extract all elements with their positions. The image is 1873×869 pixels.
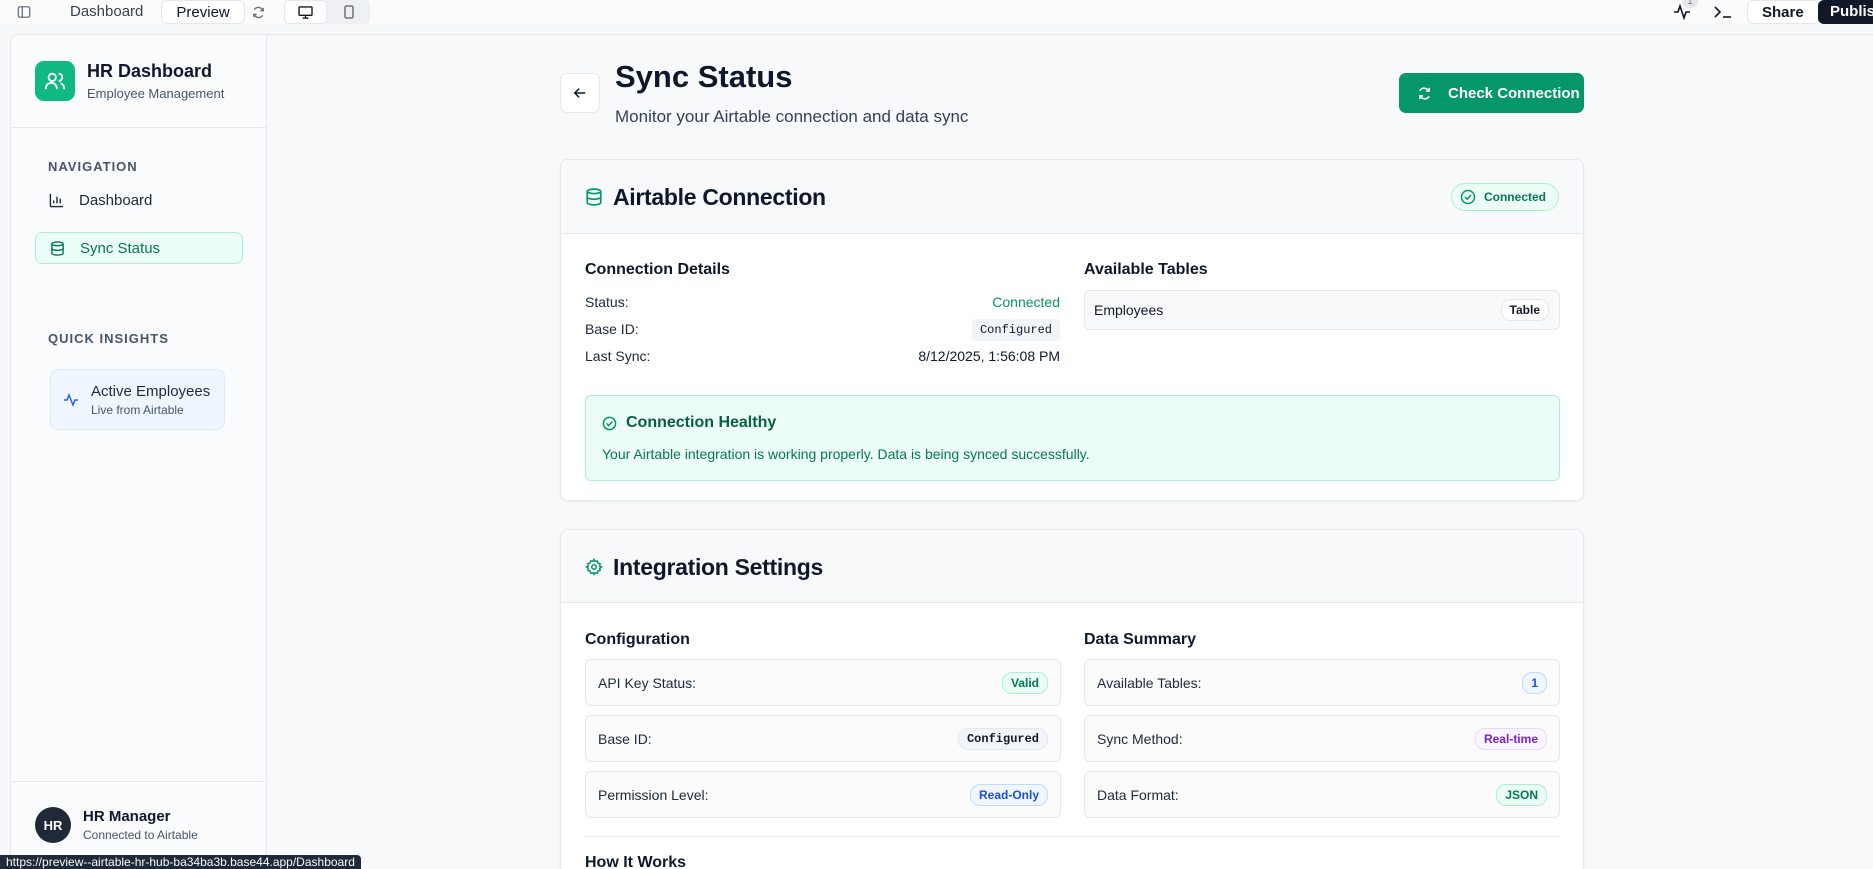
- page-subtitle: Monitor your Airtable connection and dat…: [615, 107, 969, 126]
- health-title: Connection Healthy: [626, 414, 777, 431]
- connection-details-title: Connection Details: [585, 261, 730, 278]
- base-id-value: Configured: [971, 319, 1060, 341]
- card-title: Integration Settings: [613, 554, 823, 580]
- status-badge: Valid: [1001, 672, 1048, 694]
- card-title: Airtable Connection: [613, 184, 826, 210]
- terminal-icon[interactable]: [1712, 3, 1734, 21]
- avatar: HR: [35, 807, 71, 843]
- config-row-api-key: API Key Status: Valid: [585, 659, 1061, 706]
- users-icon: [35, 61, 75, 101]
- insight-card[interactable]: Active Employees Live from Airtable: [50, 369, 225, 430]
- status-value: Connected: [992, 294, 1060, 310]
- notification-count: 1: [1682, 0, 1698, 8]
- brand-title: HR Dashboard: [87, 61, 213, 81]
- summary-row-sync-method: Sync Method: Real-time: [1084, 715, 1560, 762]
- summary-row-tables: Available Tables: 1: [1084, 659, 1560, 706]
- card-header: Integration Settings: [561, 530, 1583, 603]
- config-row-base-id: Base ID: Configured: [585, 715, 1061, 762]
- status-label: Status:: [585, 294, 629, 310]
- status-badge: Read-Only: [969, 784, 1048, 806]
- refresh-icon: [1417, 86, 1432, 101]
- status-badge: Real-time: [1474, 728, 1547, 750]
- desktop-icon[interactable]: [284, 0, 327, 24]
- database-icon: [585, 188, 603, 211]
- list-item[interactable]: Employees Table: [1084, 290, 1560, 330]
- status-badge: Connected: [1450, 183, 1559, 211]
- config-row-permission: Permission Level: Read-Only: [585, 771, 1061, 818]
- bar-chart-icon: [49, 192, 65, 208]
- sidebar: HR Dashboard Employee Management NAVIGAT…: [11, 35, 267, 869]
- available-tables-title: Available Tables: [1084, 261, 1208, 278]
- editor-toolbar: Dashboard Preview 1 Share Publish: [0, 0, 1873, 24]
- status-badge: Configured: [957, 728, 1048, 750]
- back-button[interactable]: [560, 73, 600, 113]
- insight-title: Active Employees: [91, 382, 211, 400]
- sidebar-footer-divider: [11, 781, 267, 782]
- data-summary-title: Data Summary: [1084, 631, 1197, 648]
- connection-healthy-alert: Connection Healthy Your Airtable integra…: [585, 395, 1560, 481]
- tab-preview[interactable]: Preview: [161, 0, 245, 24]
- brand-subtitle: Employee Management: [87, 86, 225, 101]
- base-id-label: Base ID:: [585, 321, 639, 337]
- row-label: Data Format:: [1097, 787, 1179, 803]
- row-label: Sync Method:: [1097, 731, 1183, 747]
- sidebar-toggle-icon[interactable]: [15, 3, 33, 21]
- row-label: Permission Level:: [598, 787, 709, 803]
- sidebar-divider: [11, 127, 267, 128]
- sidebar-item-sync-status[interactable]: Sync Status: [35, 232, 243, 264]
- section-divider: [585, 836, 1560, 837]
- preview-frame: HR Dashboard Employee Management NAVIGAT…: [10, 34, 1873, 869]
- mobile-icon[interactable]: [327, 0, 370, 24]
- row-label: Base ID:: [598, 731, 652, 747]
- table-name: Employees: [1094, 302, 1164, 318]
- user-profile[interactable]: HR HR Manager Connected to Airtable: [35, 807, 198, 843]
- tab-dashboard[interactable]: Dashboard: [56, 0, 157, 24]
- last-sync-value: 8/12/2025, 1:56:08 PM: [918, 348, 1060, 364]
- row-label: API Key Status:: [598, 675, 697, 691]
- check-connection-label: Check Connection: [1448, 84, 1580, 102]
- summary-row-data-format: Data Format: JSON: [1084, 771, 1560, 818]
- last-sync-label: Last Sync:: [585, 348, 651, 364]
- publish-button[interactable]: Publish: [1818, 0, 1873, 24]
- brand: HR Dashboard Employee Management: [35, 61, 224, 101]
- page-title: Sync Status: [615, 59, 793, 94]
- table-tag: Table: [1500, 299, 1549, 321]
- sidebar-item-label: Sync Status: [80, 239, 161, 257]
- status-bar-url: https://preview--airtable-hr-hub-ba34ba3…: [0, 855, 361, 869]
- airtable-connection-card: Airtable Connection Connected Connection…: [560, 159, 1584, 501]
- check-circle-icon: [1460, 189, 1476, 205]
- activity-icon: [63, 392, 79, 408]
- how-it-works-title: How It Works: [585, 854, 687, 869]
- sidebar-item-label: Dashboard: [79, 191, 153, 209]
- user-name: HR Manager: [83, 808, 171, 825]
- card-header: Airtable Connection Connected: [561, 160, 1583, 234]
- row-label: Available Tables:: [1097, 675, 1202, 691]
- refresh-icon[interactable]: [249, 3, 267, 21]
- device-toggle: [284, 0, 370, 24]
- insight-subtitle: Live from Airtable: [91, 402, 184, 417]
- database-icon: [50, 240, 66, 256]
- check-circle-icon: [602, 416, 617, 431]
- sidebar-item-dashboard[interactable]: Dashboard: [35, 184, 243, 216]
- health-message: Your Airtable integration is working pro…: [602, 446, 1090, 462]
- gear-icon: [585, 558, 603, 581]
- status-badge-label: Connected: [1483, 190, 1546, 204]
- count-badge: 1: [1522, 672, 1547, 694]
- integration-settings-card: Integration Settings Configuration API K…: [560, 529, 1584, 869]
- arrow-left-icon: [573, 86, 587, 100]
- nav-section-label: NAVIGATION: [48, 159, 138, 174]
- user-status: Connected to Airtable: [83, 828, 198, 842]
- status-badge: JSON: [1496, 784, 1547, 806]
- configuration-title: Configuration: [585, 631, 690, 648]
- share-button[interactable]: Share: [1747, 0, 1819, 24]
- insights-section-label: QUICK INSIGHTS: [48, 331, 169, 346]
- check-connection-button[interactable]: Check Connection: [1399, 73, 1584, 113]
